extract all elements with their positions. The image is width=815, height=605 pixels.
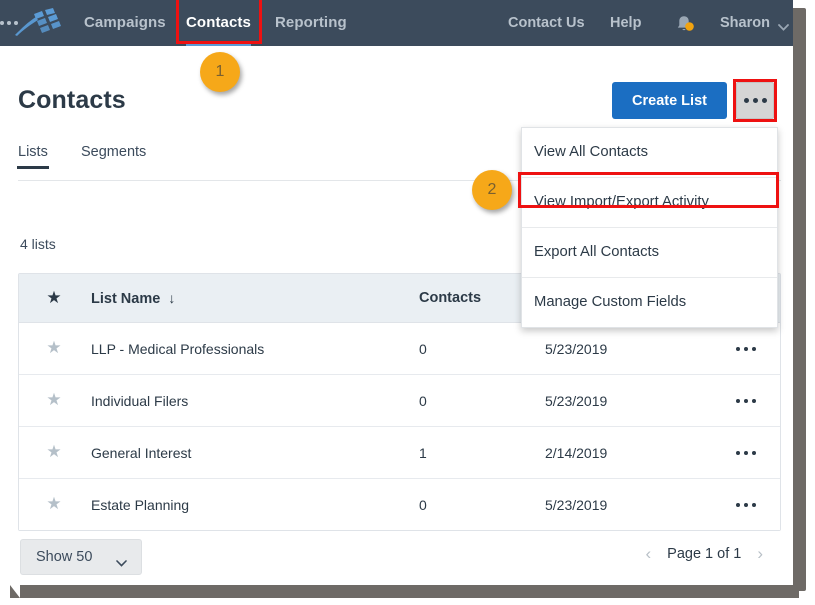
nav-item-contacts[interactable]: Contacts	[186, 0, 251, 46]
dot	[752, 502, 756, 507]
browser-viewport: Campaigns Contacts Reporting Contact Us …	[0, 0, 793, 585]
menu-item-view-all-contacts[interactable]: View All Contacts	[522, 128, 777, 178]
nav-item-help-label: Help	[610, 15, 642, 31]
tab-lists-label: Lists	[18, 144, 48, 160]
row-favorite-toggle[interactable]: ★	[19, 339, 89, 358]
star-icon: ★	[46, 494, 62, 513]
dot	[736, 398, 740, 403]
page-indicator: Page 1 of 1	[667, 545, 742, 562]
dot	[743, 98, 749, 103]
row-list-name[interactable]: Individual Filers	[89, 393, 419, 409]
row-list-name[interactable]: General Interest	[89, 445, 419, 461]
nav-item-contacts-label: Contacts	[186, 14, 251, 31]
dot	[744, 502, 748, 507]
row-favorite-toggle[interactable]: ★	[19, 495, 89, 514]
table-row[interactable]: ★ Estate Planning 0 5/23/2019	[19, 479, 780, 530]
rows-per-page-select[interactable]: Show 50	[20, 539, 142, 575]
dot	[744, 398, 748, 403]
menu-item-export-all-contacts[interactable]: Export All Contacts	[522, 228, 777, 278]
notification-bell-icon[interactable]	[673, 13, 695, 35]
row-favorite-toggle[interactable]: ★	[19, 443, 89, 462]
star-icon: ★	[46, 287, 62, 307]
screenshot-root: Campaigns Contacts Reporting Contact Us …	[0, 0, 815, 605]
tab-lists[interactable]: Lists	[17, 144, 49, 169]
create-list-button[interactable]: Create List	[612, 82, 727, 119]
dot	[752, 98, 758, 103]
annotation-badge-1: 1	[200, 52, 240, 92]
menu-item-view-import-export-activity[interactable]: View Import/Export Activity	[522, 178, 777, 228]
tab-segments[interactable]: Segments	[81, 144, 146, 160]
contacts-options-dropdown: View All Contacts View Import/Export Act…	[521, 127, 778, 328]
annotation-badge-2: 2	[472, 170, 512, 210]
menu-item-manage-custom-fields[interactable]: Manage Custom Fields	[522, 278, 777, 327]
row-date: 2/14/2019	[545, 444, 608, 461]
dot	[744, 450, 748, 455]
row-list-name[interactable]: LLP - Medical Professionals	[89, 341, 419, 357]
pagination-controls: ‹ Page 1 of 1 ›	[645, 545, 763, 562]
user-account-name: Sharon	[720, 15, 770, 31]
nav-item-reporting[interactable]: Reporting	[275, 0, 347, 46]
window-shadow-right	[793, 8, 806, 591]
table-row[interactable]: ★ Individual Filers 0 5/23/2019	[19, 375, 780, 427]
row-more-icon[interactable]	[710, 502, 782, 507]
row-date: 5/23/2019	[545, 340, 608, 357]
user-account-menu[interactable]: Sharon	[720, 0, 770, 46]
dot	[752, 398, 756, 403]
dot	[736, 450, 740, 455]
nav-item-reporting-label: Reporting	[275, 14, 347, 31]
table-row[interactable]: ★ General Interest 1 2/14/2019	[19, 427, 780, 479]
row-list-name[interactable]: Estate Planning	[89, 497, 419, 513]
nav-item-contact-us-label: Contact Us	[508, 15, 585, 31]
page-more-options-button[interactable]	[736, 82, 774, 119]
chevron-down-icon	[116, 554, 127, 572]
column-header-list-name[interactable]: List Name ↓	[89, 290, 419, 307]
previous-page-button[interactable]: ‹	[645, 545, 651, 562]
row-contacts-count: 0	[419, 496, 427, 513]
tab-segments-label: Segments	[81, 144, 147, 160]
dot	[752, 346, 756, 351]
star-icon: ★	[46, 338, 62, 357]
row-contacts-count: 0	[419, 340, 427, 357]
column-header-list-name-label: List Name	[91, 290, 161, 307]
row-more-icon[interactable]	[710, 346, 782, 351]
nav-item-help[interactable]: Help	[610, 0, 641, 46]
dot	[744, 346, 748, 351]
star-icon: ★	[46, 442, 62, 461]
row-date: 5/23/2019	[545, 496, 608, 513]
dot	[761, 98, 767, 103]
row-favorite-toggle[interactable]: ★	[19, 391, 89, 410]
rows-per-page-label: Show 50	[36, 549, 93, 565]
row-date: 5/23/2019	[545, 392, 608, 409]
star-icon: ★	[46, 390, 62, 409]
dot	[7, 21, 11, 25]
sort-descending-icon: ↓	[168, 289, 176, 306]
table-row[interactable]: ★ LLP - Medical Professionals 0 5/23/201…	[19, 323, 780, 375]
page-title: Contacts	[18, 86, 126, 114]
nav-item-campaigns[interactable]: Campaigns	[84, 0, 166, 46]
list-count-label: 4 lists	[20, 236, 56, 252]
dot	[736, 346, 740, 351]
nav-item-campaigns-label: Campaigns	[84, 14, 166, 31]
row-contacts-count: 1	[419, 444, 427, 461]
window-shadow-bottom	[10, 585, 799, 598]
column-header-favorite[interactable]: ★	[19, 289, 89, 308]
dot	[0, 21, 4, 25]
row-contacts-count: 0	[419, 392, 427, 409]
dot	[752, 450, 756, 455]
row-more-icon[interactable]	[710, 398, 782, 403]
nav-item-contact-us[interactable]: Contact Us	[508, 0, 585, 46]
constant-contact-flag-logo[interactable]	[12, 8, 62, 38]
top-navigation-bar: Campaigns Contacts Reporting Contact Us …	[0, 0, 793, 46]
row-more-icon[interactable]	[710, 450, 782, 455]
dot	[736, 502, 740, 507]
next-page-button[interactable]: ›	[757, 545, 763, 562]
chevron-down-icon[interactable]	[778, 18, 789, 31]
